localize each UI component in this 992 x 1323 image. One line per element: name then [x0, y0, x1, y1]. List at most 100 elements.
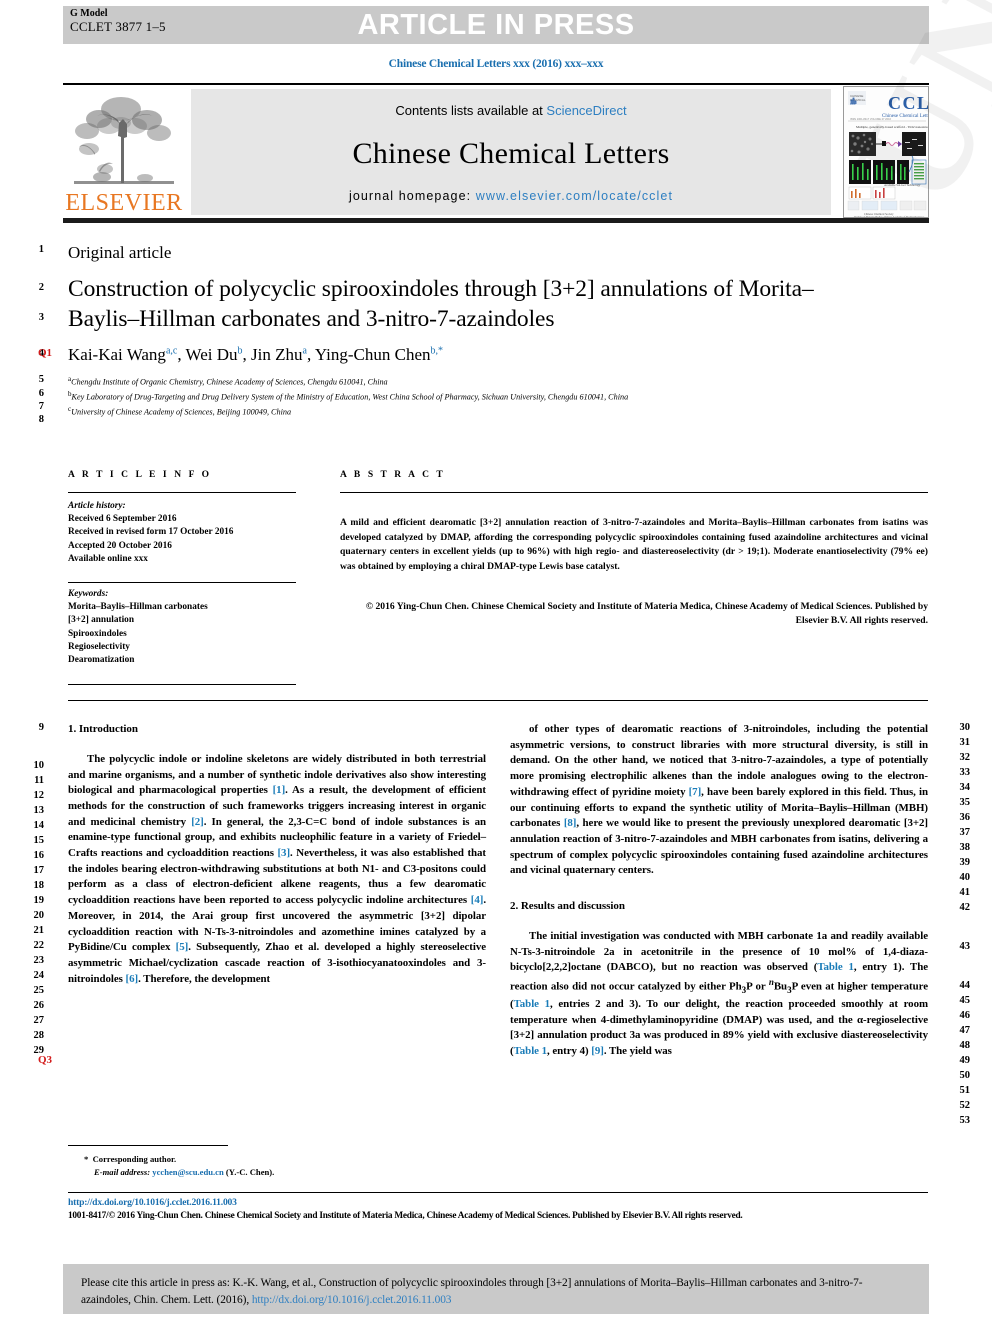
- line-number: 15: [33, 835, 45, 846]
- line-number: 14: [33, 820, 45, 831]
- elsevier-logo: ELSEVIER: [63, 89, 185, 215]
- keyword-item: Morita–Baylis–Hillman carbonates: [68, 602, 208, 613]
- query-tag-q3[interactable]: Q3: [38, 1054, 52, 1066]
- line-number: 50: [959, 1070, 971, 1081]
- journal-masthead: ELSEVIER Contents lists available at Sci…: [63, 83, 929, 223]
- keyword-item: Regioselectivity: [68, 641, 130, 652]
- line-number: 39: [959, 857, 971, 868]
- keywords-block: Keywords: Morita–Baylis–Hillman carbonat…: [68, 588, 308, 667]
- article-in-press-banner: ARTICLE IN PRESS: [63, 6, 929, 44]
- body-column-right: of other types of dearomatic reactions o…: [510, 722, 928, 1060]
- article-info-heading: A R T I C L E I N F O: [68, 470, 212, 480]
- line-number: 40: [959, 872, 971, 883]
- cite-this-article-box: Please cite this article in press as: K.…: [63, 1264, 929, 1314]
- footer-rule: [68, 1192, 928, 1193]
- line-number: 9: [38, 722, 44, 733]
- reference-link[interactable]: [1]: [273, 784, 286, 796]
- contents-prefix: Contents lists available at: [395, 103, 547, 118]
- reference-link[interactable]: [9]: [591, 1045, 604, 1057]
- journal-homepage-link[interactable]: www.elsevier.com/locate/cclet: [476, 189, 673, 203]
- line-number: 17: [33, 865, 45, 876]
- g-model-code: CCLET 3877 1–5: [70, 18, 166, 34]
- line-number: 12: [33, 790, 45, 801]
- article-history-label: Article history:: [68, 501, 126, 511]
- email-suffix: (Y.-C. Chen).: [225, 1166, 275, 1177]
- corresponding-author-footnote: * Corresponding author. E-mail address: …: [84, 1153, 504, 1179]
- table-link[interactable]: Table 1: [514, 998, 550, 1010]
- intro-paragraph-part2: of other types of dearomatic reactions o…: [510, 723, 928, 877]
- section-heading-introduction: 1. Introduction: [68, 723, 138, 735]
- reference-link[interactable]: [4]: [471, 894, 484, 906]
- footnote-rule: [68, 1145, 228, 1146]
- doi-link[interactable]: http://dx.doi.org/10.1016/j.cclet.2016.1…: [68, 1197, 930, 1208]
- cite-doi-link[interactable]: http://dx.doi.org/10.1016/j.cclet.2016.1…: [252, 1294, 452, 1306]
- results-paragraph-1: The initial investigation was conducted …: [510, 929, 928, 1057]
- line-number: 22: [33, 940, 45, 951]
- keywords-top-rule: [68, 582, 296, 583]
- line-number: 35: [959, 797, 971, 808]
- elsevier-wordmark: ELSEVIER: [65, 190, 183, 216]
- line-number: 7: [38, 401, 44, 412]
- line-number: 5: [38, 374, 44, 385]
- line-number: 36: [959, 812, 971, 823]
- keyword-item: Spirooxindoles: [68, 628, 127, 639]
- line-number: 45: [959, 995, 971, 1006]
- history-item: Received 6 September 2016: [68, 514, 177, 525]
- line-number: 37: [959, 827, 971, 838]
- line-number: 24: [33, 970, 45, 981]
- masthead-bottom-rule: [63, 218, 929, 223]
- line-number: 8: [38, 414, 44, 425]
- table-link[interactable]: Table 1: [514, 1045, 548, 1057]
- abstract-bottom-rule: [68, 700, 928, 701]
- sciencedirect-link[interactable]: ScienceDirect: [546, 103, 626, 118]
- line-number: 41: [959, 887, 971, 898]
- line-number: 1: [38, 244, 44, 255]
- table-link[interactable]: Table 1: [817, 961, 854, 973]
- affiliation-item: cUniversity of Chinese Academy of Scienc…: [68, 405, 292, 417]
- svg-text:CCL: CCL: [888, 93, 929, 113]
- line-number: 23: [33, 955, 45, 966]
- contents-available-line: Contents lists available at ScienceDirec…: [395, 103, 626, 118]
- reference-link[interactable]: [3]: [277, 847, 290, 859]
- line-number: 21: [33, 925, 45, 936]
- masthead-top-rule: [63, 83, 929, 85]
- email-label: E-mail address:: [94, 1166, 151, 1177]
- line-number: 49: [959, 1055, 971, 1066]
- footnote-marker: *: [84, 1154, 89, 1164]
- elsevier-tree-icon: [74, 97, 174, 184]
- keyword-item: [3+2] annulation: [68, 615, 134, 626]
- reference-link[interactable]: [7]: [689, 786, 702, 798]
- line-number: 38: [959, 842, 971, 853]
- keyword-item: Dearomatization: [68, 654, 135, 665]
- author-list: Kai-Kai Wanga,c, Wei Dub, Jin Zhua, Ying…: [68, 345, 444, 364]
- reference-link[interactable]: [6]: [126, 973, 139, 985]
- line-number: 43: [959, 941, 971, 952]
- line-number: 2: [38, 282, 44, 293]
- reference-link[interactable]: [8]: [564, 817, 577, 829]
- line-number: 52: [959, 1100, 971, 1111]
- reference-link[interactable]: [2]: [191, 816, 204, 828]
- svg-text:ISSN 1001-8417 VOLUME 27 2016: ISSN 1001-8417 VOLUME 27 2016: [850, 117, 892, 121]
- line-number: 42: [959, 902, 971, 913]
- article-info-rule: [68, 492, 296, 493]
- body-column-left: 1. Introduction The polycyclic indole or…: [68, 722, 486, 987]
- corresponding-author-text: Corresponding author.: [92, 1154, 177, 1164]
- article-type-label: Original article: [68, 243, 172, 262]
- line-number: 53: [959, 1115, 971, 1126]
- line-number: 16: [33, 850, 45, 861]
- abstract-copyright: © 2016 Ying-Chun Chen. Chinese Chemical …: [365, 601, 928, 627]
- svg-text:Available Sol-Gel Technology: Available Sol-Gel Technology: [884, 183, 921, 187]
- line-number: 47: [959, 1025, 971, 1036]
- line-number: 20: [33, 910, 45, 921]
- reference-link[interactable]: [5]: [176, 941, 189, 953]
- keywords-bottom-rule: [68, 684, 296, 685]
- line-number: 13: [33, 805, 45, 816]
- abstract-heading: A B S T R A C T: [340, 470, 446, 480]
- line-number: 31: [959, 737, 971, 748]
- line-number: 33: [959, 767, 971, 778]
- affiliation-item: aChengdu Institute of Organic Chemistry,…: [68, 375, 388, 387]
- query-tag-q1[interactable]: Q1: [38, 347, 52, 359]
- journal-cover-thumbnail: CHINESE CHEMICAL CCL Chinese Chemical Le…: [843, 86, 929, 218]
- email-link[interactable]: ycchen@scu.edu.cn: [152, 1167, 224, 1177]
- footer-copyright: 1001-8417/© 2016 Ying-Chun Chen. Chinese…: [68, 1211, 743, 1221]
